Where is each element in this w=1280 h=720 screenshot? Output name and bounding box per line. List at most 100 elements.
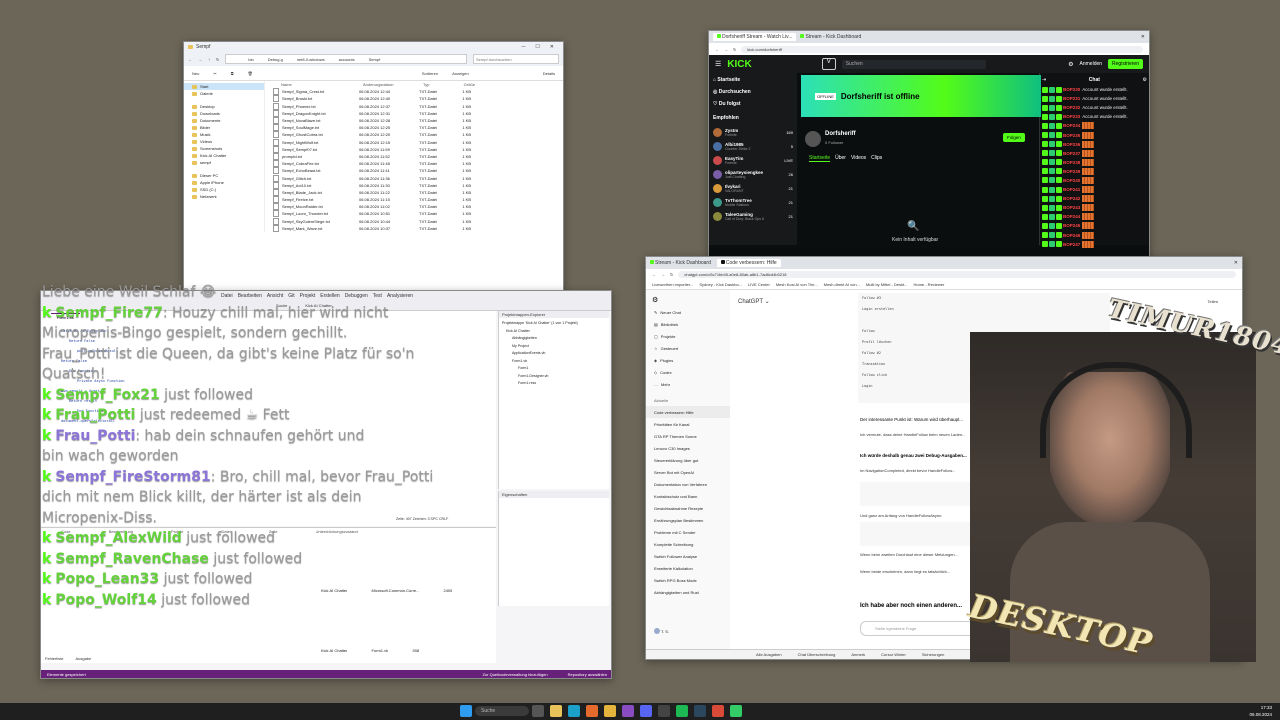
col-size[interactable]: Größe [451, 82, 475, 87]
sidebar-item[interactable]: sempf [184, 159, 264, 166]
channel-item[interactable]: oliparteysiengkee Just Chatting 26 [713, 167, 793, 181]
history-item[interactable]: Komplette Schreibung [646, 538, 730, 550]
explorer-search-input[interactable] [473, 54, 559, 64]
app-icon[interactable] [730, 705, 742, 717]
solution-tree-item[interactable]: Form1.resx [502, 381, 606, 389]
col-type[interactable]: Typ [423, 82, 451, 87]
discord-icon[interactable] [640, 705, 652, 717]
file-row[interactable]: Sempf_SkyGolemSiege.txt 06.08.2024 10:44 T… [273, 217, 563, 225]
file-row[interactable]: Sempf_Phoenix.txt 06.08.2024 12:37 TXT-Dat… [273, 102, 563, 110]
chat-username[interactable]: BOP243 [1063, 205, 1080, 210]
chat-username[interactable]: BOP231 [1063, 96, 1080, 101]
history-item[interactable]: Probleme mit C Sender [646, 526, 730, 538]
clock-date[interactable]: 06.08.2024 [1249, 711, 1272, 718]
kick-search-input[interactable]: Suchen [841, 59, 986, 69]
kick-home-icon[interactable]: V [821, 58, 836, 70]
col-name[interactable]: Name [273, 82, 363, 87]
forward-icon[interactable]: → [724, 47, 728, 52]
close-icon[interactable]: ✕ [1141, 34, 1145, 40]
sidebar-item[interactable]: ✎ Neuer Chat [646, 306, 730, 318]
file-row[interactable]: Sempf_FireIce.txt 06.08.2024 11:15 TXT-Dat… [273, 196, 563, 204]
file-row[interactable]: promptd.txt 06.08.2024 11:52 TXT-Datei 1 KB [273, 152, 563, 160]
view-button[interactable]: Anzeigen [452, 71, 469, 76]
breadcrumb-item[interactable]: bin [248, 57, 253, 62]
maximize-icon[interactable]: ☐ [535, 44, 539, 50]
minimize-icon[interactable]: ─ [522, 44, 526, 50]
breadcrumb-item[interactable]: Sempf [369, 57, 381, 62]
history-item[interactable]: Switch Follower Analyse [646, 550, 730, 562]
user-profile[interactable]: T. S. [646, 625, 669, 637]
copy-icon[interactable]: ⧉ [231, 71, 234, 76]
history-item[interactable]: Kontaktschutz und Bann [646, 490, 730, 502]
file-row[interactable]: Sempf_MoonRaider.txt 06.08.2024 11:02 TXT-… [273, 203, 563, 211]
channel-item[interactable]: Ilvykari VALORANT 21 [713, 181, 793, 195]
bottom-bar-item[interactable]: Alle Ausgaben [756, 652, 782, 657]
solution-tree-item[interactable]: My Project [502, 344, 606, 352]
bottom-bar-item[interactable]: Chat Überschreibung [798, 652, 836, 657]
col-date[interactable]: Änderungsdatum [363, 82, 423, 87]
solution-tree-item[interactable]: Form1.Designer.vb [502, 374, 606, 382]
channel-item[interactable]: TaleeGaming Call of Duty: Black Ops 6 21 [713, 209, 793, 223]
menu-icon[interactable]: ☰ [715, 60, 721, 68]
channel-item[interactable]: Zystm Fortnite 169 [713, 125, 793, 139]
refresh-icon[interactable]: ↻ [670, 272, 673, 277]
history-item[interactable]: Abhängigkeiten und Rust [646, 586, 730, 598]
sidebar-item[interactable]: ▤ Bibliothek [646, 318, 730, 330]
file-row[interactable]: Sempf_GhostCobra.txt 06.08.2024 12:20 TXT-… [273, 131, 563, 139]
bookmark-item[interactable]: Mesh direkt AI von... [824, 282, 860, 287]
file-row[interactable]: Sempf_CobraFire.txt 06.08.2024 11:48 TXT-D… [273, 160, 563, 168]
bookmark-item[interactable]: Mesh Kosi AI von Tim... [776, 282, 818, 287]
login-button[interactable]: Anmelden [1080, 61, 1103, 67]
share-button[interactable]: Teilen [1208, 299, 1218, 304]
history-item[interactable]: Steuererklärung über gut [646, 454, 730, 466]
chat-settings-icon[interactable]: ⚙ [1143, 77, 1147, 83]
chat-username[interactable]: BOP232 [1063, 105, 1080, 110]
file-row[interactable]: Sempf_Loom_Thunder.txt 06.08.2024 10:51 TX… [273, 210, 563, 218]
visual-studio-icon[interactable] [622, 705, 634, 717]
chat-username[interactable]: BOP236 [1063, 142, 1080, 147]
bookmark-item[interactable]: Multi by Mittel - Deskt... [866, 282, 908, 287]
chat-username[interactable]: BOP240 [1063, 178, 1080, 183]
sidebar-item[interactable]: ▢ Projekte [646, 330, 730, 342]
chat-username[interactable]: BOP237 [1063, 151, 1080, 156]
solution-tree-item[interactable]: Kick AI Chatter [502, 329, 606, 337]
file-row[interactable]: Sempf_Blade_Jack.txt 06.08.2024 11:22 TXT-… [273, 188, 563, 196]
history-item[interactable]: Prioritäten für Kanal [646, 418, 730, 430]
forward-icon[interactable]: → [661, 272, 665, 277]
nav-following[interactable]: ♡ Du folgst [713, 101, 793, 115]
sidebar-item[interactable]: … Mehr [646, 378, 730, 390]
tab-clips[interactable]: Clips [871, 155, 882, 162]
openai-logo-icon[interactable]: ⚙ [652, 296, 730, 304]
tab-about[interactable]: Über [835, 155, 846, 162]
file-row[interactable]: Sempf_EchoBeast.txt 06.08.2024 11:41 TXT-D… [273, 167, 563, 175]
history-item[interactable]: Switch RPG Boss Mode [646, 574, 730, 586]
chat-username[interactable]: BOP234 [1063, 123, 1080, 128]
details-button[interactable]: Details [543, 71, 555, 76]
chat-username[interactable]: BOP245 [1063, 223, 1080, 228]
solution-tree-item[interactable]: Projektmappe 'Kick AI Chatter' (1 von 1 … [502, 321, 606, 329]
browser-tab[interactable]: Dorfsheriff Stream - Watch Liv... [713, 33, 797, 41]
back-icon[interactable]: ← [652, 272, 656, 277]
chat-username[interactable]: BOP246 [1063, 233, 1080, 238]
file-row[interactable]: Sempf_DragonKnight.txt 06.08.2024 12:31 TX… [273, 109, 563, 117]
sidebar-item[interactable]: ◇ Codex [646, 366, 730, 378]
back-icon[interactable]: ← [188, 57, 192, 62]
chat-username[interactable]: BOP244 [1063, 214, 1080, 219]
refresh-icon[interactable]: ↻ [216, 57, 219, 62]
start-icon[interactable] [460, 705, 472, 717]
solution-tree-item[interactable]: Form1 [502, 366, 606, 374]
sidebar-item[interactable]: Bilder [184, 124, 264, 131]
sidebar-item[interactable]: Downloads [184, 110, 264, 117]
sidebar-item[interactable]: SSD (C:) [184, 186, 264, 193]
sidebar-item[interactable]: Videos [184, 138, 264, 145]
back-icon[interactable]: ← [715, 47, 719, 52]
chat-username[interactable]: BOP247 [1063, 242, 1080, 247]
solution-tree-item[interactable]: Abhängigkeiten [502, 336, 606, 344]
edge-icon[interactable] [568, 705, 580, 717]
breadcrumb-item[interactable]: Debug.g [268, 57, 283, 62]
task-view-icon[interactable] [532, 705, 544, 717]
history-item[interactable]: Code verbessern Hilfe [646, 406, 730, 418]
sidebar-item[interactable]: Kick AI Chatter [184, 152, 264, 159]
up-icon[interactable]: ↑ [208, 57, 210, 62]
cut-icon[interactable]: ✂ [213, 71, 216, 76]
